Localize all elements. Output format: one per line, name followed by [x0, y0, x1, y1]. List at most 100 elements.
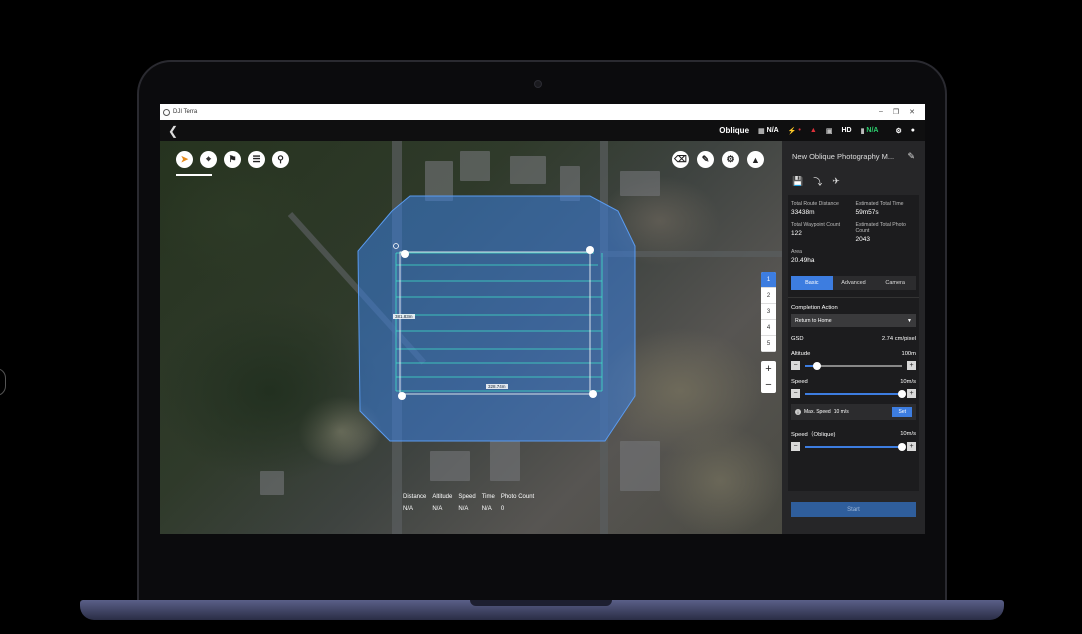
altitude-label: Altitude	[791, 351, 811, 357]
flight-mode: Oblique	[719, 126, 750, 135]
start-button[interactable]: Start	[791, 502, 916, 517]
battery-value: N/A	[866, 127, 879, 134]
mission-title: New Oblique Photography M...	[792, 151, 895, 161]
north-icon[interactable]: ▲	[747, 151, 764, 168]
stat-value: N/A	[403, 506, 414, 512]
app-logo-icon	[163, 108, 170, 116]
zoom-in-button[interactable]: +	[761, 361, 776, 377]
gsd-label: GSD	[791, 336, 804, 342]
top-status-bar: ❮ Oblique ▦ N/A ⚡ • ▲ ▣ HD ▮ N/A ⚙ ●	[160, 120, 925, 141]
summary-value: 2043	[855, 236, 870, 243]
trash-icon[interactable]: ⌫	[672, 151, 689, 168]
battery-icon: ▮	[860, 127, 865, 135]
map-scale-bar	[176, 174, 212, 176]
satellite-map[interactable]: 381.83m 328.74m ➤ ⌖ ⚑ ☰ ⚲ ⌫ ✎ ⚙ ▲ 1 2 3 …	[160, 141, 782, 534]
window-title: DJI Terra	[173, 109, 198, 115]
speed-slider[interactable]	[805, 389, 906, 398]
locate-icon[interactable]: ⌖	[200, 151, 217, 168]
stat-value: 0	[500, 506, 505, 512]
bottom-distance-label: 328.74m	[486, 384, 508, 389]
corner-handle	[589, 390, 597, 398]
altitude-increase-button[interactable]: +	[907, 361, 916, 370]
slider-knob[interactable]	[812, 361, 821, 370]
side-distance-label: 381.83m	[393, 314, 415, 319]
laptop-notch	[470, 600, 612, 606]
corner-handle	[586, 246, 594, 254]
divider	[788, 297, 919, 298]
altitude-decrease-button[interactable]: −	[791, 361, 800, 370]
search-icon[interactable]: ⚲	[272, 151, 289, 168]
list-icon[interactable]: ☰	[248, 151, 265, 168]
stat-label: Speed	[458, 494, 476, 500]
summary-label: Area	[791, 249, 802, 255]
stat-label: Distance	[403, 494, 427, 500]
slider-knob[interactable]	[898, 389, 906, 398]
oblique-speed-label: Speed（Oblique)	[791, 432, 836, 438]
settings-tabs: Basic Advanced Camera	[791, 276, 916, 290]
aircraft-signal-icon: ▲	[809, 127, 817, 134]
speed-value: 10m/s	[900, 379, 916, 385]
set-max-speed-button[interactable]: Set	[892, 407, 912, 417]
max-speed-label: Max. Speed	[804, 409, 831, 415]
oblique-speed-value: 10m/s	[900, 430, 916, 437]
survey-area-overlay[interactable]	[160, 141, 782, 534]
slider-knob[interactable]	[898, 442, 906, 451]
completion-action-value: Return to Home	[795, 317, 832, 324]
image-signal-icon: ▣	[825, 127, 833, 135]
chevron-down-icon: ▼	[907, 317, 912, 324]
close-button[interactable]: ✕	[909, 108, 915, 116]
completion-action-select[interactable]: Return to Home ▼	[791, 314, 916, 327]
back-button[interactable]: ❮	[160, 124, 186, 138]
altitude-slider[interactable]	[805, 361, 902, 370]
summary-label: Total Route Distance	[791, 201, 839, 207]
webcam	[534, 80, 542, 88]
window-titlebar: DJI Terra – ❐ ✕	[160, 104, 925, 120]
oblique-speed-increase-button[interactable]: +	[907, 442, 916, 451]
eraser-icon[interactable]: ✎	[697, 151, 714, 168]
corner-handle	[398, 392, 406, 400]
max-speed-row: i Max. Speed 10 m/s Set	[791, 404, 916, 420]
mission-settings-panel: New Oblique Photography M... ✎ 💾 ⤵ ✈ Tot…	[782, 141, 925, 534]
minimize-button[interactable]: –	[879, 108, 883, 116]
summary-value: 59m57s	[855, 209, 879, 216]
altitude-value: 100m	[901, 351, 916, 357]
compass-icon[interactable]: ➤	[176, 151, 193, 168]
gps-value: N/A	[766, 127, 779, 134]
pin-icon[interactable]: ⚑	[224, 151, 241, 168]
import-icon[interactable]: ⤵	[813, 175, 822, 188]
summary-value: 20.49ha	[791, 257, 815, 264]
waypoint-item[interactable]: 2	[761, 288, 776, 304]
mission-params: Total Route Distance 33438m Estimated Tot…	[788, 195, 919, 491]
speed-increase-button[interactable]: +	[907, 389, 916, 398]
oblique-speed-slider[interactable]	[805, 442, 906, 451]
summary-label: Total Waypoint Count	[791, 222, 841, 228]
edit-pencil-icon[interactable]: ✎	[907, 151, 915, 162]
zoom-out-button[interactable]: −	[761, 377, 776, 393]
rc-signal-icon: ⚡	[787, 127, 797, 135]
tab-basic[interactable]: Basic	[791, 276, 833, 290]
maximize-button[interactable]: ❐	[893, 108, 899, 116]
user-account-icon[interactable]: ●	[911, 127, 915, 134]
stat-value: N/A	[432, 506, 443, 512]
waypoint-item[interactable]: 1	[761, 272, 776, 288]
tab-camera[interactable]: Camera	[874, 276, 916, 290]
tab-advanced[interactable]: Advanced	[833, 276, 875, 290]
zoom-control: + −	[761, 361, 776, 393]
app-screen: DJI Terra – ❐ ✕ ❮ Oblique ▦ N/A ⚡ • ▲ ▣ HD…	[160, 104, 925, 534]
summary-label: Estimated Total Time	[855, 201, 904, 207]
waypoint-item[interactable]: 5	[761, 336, 776, 352]
gps-icon: ▦	[758, 127, 765, 135]
back-arrow-icon: ❮	[167, 123, 179, 138]
speed-decrease-button[interactable]: −	[791, 389, 800, 398]
save-icon[interactable]: 💾	[792, 176, 803, 187]
summary-value: 33438m	[791, 209, 815, 216]
waypoint-item[interactable]: 4	[761, 320, 776, 336]
max-speed-value: 10 m/s	[833, 409, 849, 415]
settings-gear-icon[interactable]: ⚙	[895, 127, 901, 135]
speed-label: Speed	[791, 379, 808, 385]
waypoint-settings-icon[interactable]: ⚙	[722, 151, 739, 168]
aircraft-icon[interactable]: ✈	[832, 176, 840, 187]
waypoint-item[interactable]: 3	[761, 304, 776, 320]
oblique-speed-decrease-button[interactable]: −	[791, 442, 800, 451]
flight-stats-bar: Distance N/A Altitude N/A Speed N/A Time N/A…	[403, 494, 534, 512]
